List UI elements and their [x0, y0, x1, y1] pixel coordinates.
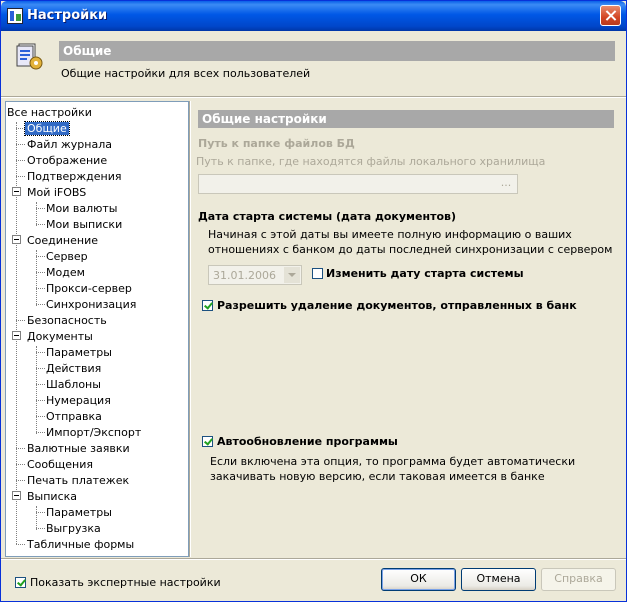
auto-update-label[interactable]: Автообновление программы	[217, 435, 398, 448]
tree-item-export[interactable]: Выгрузка	[46, 522, 101, 535]
tree-item-my-currencies[interactable]: Мои валюты	[46, 202, 117, 215]
db-path-label: Путь к папке файлов БД	[198, 137, 355, 150]
tree-item-confirmations[interactable]: Подтверждения	[27, 170, 122, 183]
tree-connector	[36, 512, 45, 513]
tree-item-my-statements[interactable]: Мои выписки	[46, 218, 122, 231]
allow-delete-checkbox[interactable]	[202, 300, 213, 311]
tree-item-doc-params[interactable]: Параметры	[46, 346, 112, 359]
tree-item-print-payments[interactable]: Печать платежек	[27, 474, 129, 487]
tree-connector	[36, 528, 45, 529]
header-bar: Общие	[59, 41, 615, 61]
tree-connector	[36, 384, 45, 385]
tree-root[interactable]: Все настройки	[7, 106, 92, 119]
tree-item-numbering[interactable]: Нумерация	[46, 394, 111, 407]
tree-item-templates[interactable]: Шаблоны	[46, 378, 101, 391]
tree-item-sending[interactable]: Отправка	[46, 410, 102, 423]
tree-line	[36, 250, 37, 306]
expert-settings-label[interactable]: Показать экспертные настройки	[30, 576, 221, 589]
minus-icon[interactable]	[12, 235, 21, 244]
tree-line	[36, 346, 37, 434]
tree-connector	[16, 480, 25, 481]
start-date-desc-2: отношениях с банком до даты последней си…	[208, 243, 613, 256]
tree-connector	[16, 544, 25, 545]
tree-item-messages[interactable]: Сообщения	[27, 458, 93, 471]
tree-item-server[interactable]: Сервер	[46, 250, 88, 263]
tree-connector	[36, 288, 45, 289]
tree-item-my-ifobs[interactable]: Мой iFOBS	[27, 186, 86, 199]
tree-connector	[36, 224, 45, 225]
tree-connector	[36, 352, 45, 353]
minus-icon[interactable]	[12, 331, 21, 340]
tree-item-modem[interactable]: Модем	[46, 266, 85, 279]
settings-dialog: Настройки Общие Общие настройки для всех…	[0, 0, 627, 602]
start-date-label: Дата старта системы (дата документов)	[198, 210, 457, 223]
expert-settings-checkbox[interactable]	[15, 577, 26, 588]
tree-connector	[16, 144, 25, 145]
start-date-value: 31.01.2006	[213, 269, 276, 282]
tree-item-import-export[interactable]: Импорт/Экспорт	[46, 426, 141, 439]
settings-panel: Общие настройки Путь к папке файлов БД П…	[191, 101, 623, 557]
allow-delete-label[interactable]: Разрешить удаление документов, отправлен…	[217, 299, 577, 312]
ok-button[interactable]: ОК	[381, 568, 456, 591]
tree-connector	[16, 464, 25, 465]
change-date-label[interactable]: Изменить дату старта системы	[326, 267, 524, 280]
tree-item-general[interactable]: Общие	[24, 121, 70, 136]
tree-item-connection[interactable]: Соединение	[27, 234, 98, 247]
tree-connector	[16, 176, 25, 177]
section-title: Общие настройки	[202, 112, 327, 126]
tree-item-sync[interactable]: Синхронизация	[46, 298, 136, 311]
tree-connector	[36, 400, 45, 401]
help-button[interactable]: Справка	[541, 568, 616, 591]
tree-connector	[36, 208, 45, 209]
tree-item-display[interactable]: Отображение	[27, 154, 107, 167]
tree-item-currency-requests[interactable]: Валютные заявки	[27, 442, 130, 455]
header-title: Общие	[63, 44, 112, 58]
tree-connector	[36, 432, 45, 433]
auto-update-desc-1: Если включена эта опция, то программа бу…	[210, 455, 576, 468]
tree-item-statement-params[interactable]: Параметры	[46, 506, 112, 519]
tree-connector	[16, 160, 25, 161]
cancel-button[interactable]: Отмена	[461, 568, 536, 591]
auto-update-desc-2: закачивать новую версию, если таковая им…	[210, 470, 545, 483]
tree-connector	[36, 272, 45, 273]
close-icon[interactable]	[600, 5, 621, 26]
start-date-picker[interactable]: 31.01.2006	[208, 265, 302, 285]
header-subtitle: Общие настройки для всех пользователей	[61, 67, 311, 80]
auto-update-checkbox[interactable]	[202, 436, 213, 447]
tree-line	[36, 202, 37, 226]
tree-connector	[36, 368, 45, 369]
tree-item-proxy[interactable]: Прокси-сервер	[46, 282, 132, 295]
tree-connector	[36, 416, 45, 417]
tree-item-security[interactable]: Безопасность	[27, 314, 107, 327]
tree-item-statement[interactable]: Выписка	[27, 490, 77, 503]
db-path-field[interactable]: ...	[198, 174, 518, 194]
app-icon	[7, 8, 23, 24]
title-bar[interactable]: Настройки	[1, 1, 626, 31]
tree-line	[36, 506, 37, 530]
footer-divider	[1, 558, 626, 560]
header-divider	[1, 96, 626, 98]
tree-item-documents[interactable]: Документы	[27, 330, 93, 343]
tree-connector	[36, 256, 45, 257]
start-date-desc-1: Начиная с этой даты вы имеете полную инф…	[208, 228, 572, 241]
settings-tree[interactable]: Все настройки Общие Файл журнала Отображ…	[5, 101, 189, 557]
tree-item-table-forms[interactable]: Табличные формы	[27, 538, 134, 551]
tree-connector	[16, 320, 25, 321]
chevron-down-icon[interactable]	[284, 267, 300, 283]
minus-icon[interactable]	[12, 491, 21, 500]
tree-connector	[16, 128, 25, 129]
tree-connector	[16, 448, 25, 449]
browse-button[interactable]: ...	[497, 176, 515, 192]
settings-icon	[16, 43, 43, 70]
section-header: Общие настройки	[198, 110, 614, 128]
db-path-hint: Путь к папке, где находятся файлы локаль…	[196, 155, 546, 168]
tree-item-log-file[interactable]: Файл журнала	[27, 138, 112, 151]
tree-connector	[36, 304, 45, 305]
window-title: Настройки	[27, 8, 108, 23]
tree-item-actions[interactable]: Действия	[46, 362, 101, 375]
change-date-checkbox[interactable]	[312, 268, 323, 279]
minus-icon[interactable]	[12, 187, 21, 196]
